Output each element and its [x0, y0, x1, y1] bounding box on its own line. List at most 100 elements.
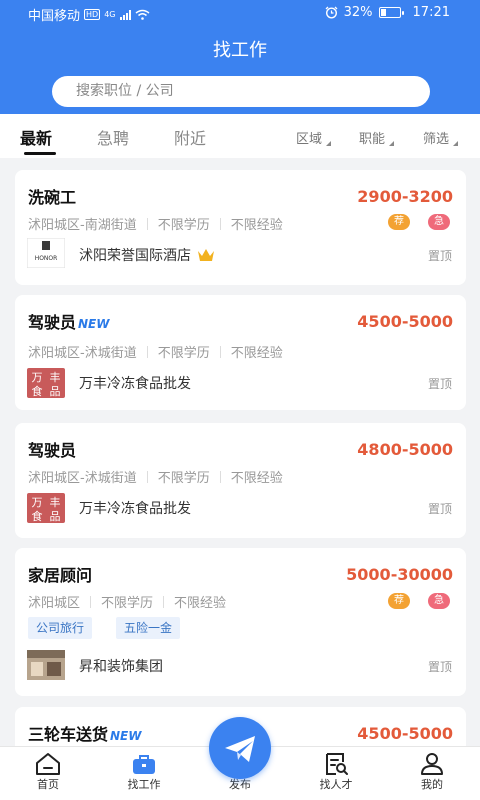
network-type: 4G: [104, 10, 116, 19]
logo-text: HONOR: [35, 255, 58, 262]
job-education: 不限学历: [101, 596, 154, 611]
svg-text:品: 品: [50, 385, 61, 398]
company-logo: HONOR: [26, 237, 66, 269]
job-experience: 不限经验: [174, 596, 227, 611]
job-card[interactable]: 洗碗工 2900-3200 沭阳城区-南湖街道 不限学历 不限经验 荐 急 HO…: [15, 170, 466, 285]
job-title: 洗碗工: [28, 188, 77, 207]
company-name: 万丰冷冻食品批发: [79, 373, 191, 393]
job-requirements: 沭阳城区 不限学历 不限经验: [28, 592, 226, 611]
divider: [146, 345, 148, 358]
caret-icon: [453, 141, 459, 146]
benefit-tag: 五险一金: [116, 617, 181, 639]
job-salary: 4500-5000: [357, 724, 453, 743]
home-icon: [36, 753, 60, 775]
pinned-tag: 置顶: [427, 249, 452, 263]
company-logo: 万丰食品: [27, 368, 65, 398]
job-education: 不限学历: [157, 346, 210, 361]
carrier-name: 中国移动: [28, 9, 81, 24]
alarm-icon: [325, 6, 338, 19]
job-location: 沭阳城区: [28, 596, 81, 611]
clock: 17:21: [412, 5, 450, 20]
nav-find-talent-label: 找人才: [319, 778, 353, 791]
job-salary: 5000-30000: [346, 565, 453, 584]
svg-text:品: 品: [50, 510, 61, 523]
divider: [163, 595, 165, 608]
publish-button[interactable]: [209, 717, 271, 779]
company-name-text: 万丰冷冻食品批发: [79, 501, 191, 517]
talent-search-icon: [326, 753, 348, 775]
company-name: 沭阳荣誉国际酒店: [79, 245, 215, 265]
company-logo: 万丰食品: [27, 493, 65, 523]
divider: [219, 470, 221, 483]
company-name: 昇和装饰集团: [79, 656, 163, 676]
nav-home[interactable]: 首页: [0, 747, 96, 800]
job-title-text: 驾驶员: [28, 313, 77, 332]
divider: [146, 217, 148, 230]
filter-region-label: 区域: [296, 132, 323, 147]
svg-text:丰: 丰: [50, 496, 61, 509]
svg-text:万: 万: [32, 496, 43, 509]
divider: [90, 595, 92, 608]
svg-text:丰: 丰: [50, 371, 61, 384]
svg-text:食: 食: [32, 509, 43, 523]
tab-bar: 最新 急聘 附近 区域 职能 筛选: [0, 114, 480, 158]
nav-home-label: 首页: [37, 778, 59, 791]
recommend-badge: 荐: [388, 214, 410, 230]
tab-urgent[interactable]: 急聘: [97, 125, 129, 149]
status-bar: 中国移动 HD 4G 32% 17:21: [0, 0, 480, 26]
job-experience: 不限经验: [230, 218, 283, 233]
company-name-text: 万丰冷冻食品批发: [79, 376, 191, 392]
nav-profile[interactable]: 我的: [384, 747, 480, 800]
nav-find-talent[interactable]: 找人才: [288, 747, 384, 800]
battery-icon: [378, 7, 404, 18]
page-title: 找工作: [213, 40, 267, 61]
nav-find-job[interactable]: 找工作: [96, 747, 192, 800]
job-requirements: 沭阳城区-沭城街道 不限学历 不限经验: [28, 467, 283, 486]
job-card[interactable]: 驾驶员 NEW 4500-5000 沭阳城区-沭城街道 不限学历 不限经验 万丰食…: [15, 295, 466, 410]
divider: [146, 470, 148, 483]
new-tag: NEW: [110, 729, 142, 743]
job-requirements: 沭阳城区-南湖街道 不限学历 不限经验: [28, 214, 283, 233]
job-experience: 不限经验: [230, 346, 283, 361]
briefcase-icon: [133, 755, 155, 774]
active-tab-indicator: [24, 152, 56, 155]
company-logo: [27, 650, 65, 680]
svg-text:食: 食: [32, 384, 43, 398]
divider: [219, 345, 221, 358]
hd-icon: HD: [84, 9, 101, 20]
new-tag: NEW: [78, 317, 110, 331]
caret-icon: [389, 141, 395, 146]
divider: [219, 217, 221, 230]
job-location: 沭阳城区-沭城街道: [28, 346, 137, 361]
wifi-icon: [135, 9, 149, 20]
job-salary: 4800-5000: [357, 440, 453, 459]
nav-profile-label: 我的: [421, 778, 443, 791]
pinned-tag: 置顶: [427, 660, 452, 674]
job-salary: 2900-3200: [357, 187, 453, 206]
search-placeholder: 搜索职位 / 公司: [76, 83, 174, 99]
company-name-text: 沭阳荣誉国际酒店: [79, 248, 191, 264]
filter-function-label: 职能: [359, 132, 386, 147]
job-card[interactable]: 驾驶员 4800-5000 沭阳城区-沭城街道 不限学历 不限经验 万丰食品 万…: [15, 423, 466, 538]
job-title: 家居顾问: [28, 566, 93, 585]
app-header: 中国移动 HD 4G 32% 17:21 找工作 搜索职位 / 公司: [0, 0, 480, 114]
job-salary: 4500-5000: [357, 312, 453, 331]
job-title: 三轮车送货 NEW: [28, 721, 142, 745]
svg-text:万: 万: [32, 371, 43, 384]
profile-icon: [421, 753, 443, 775]
job-card[interactable]: 家居顾问 5000-30000 沭阳城区 不限学历 不限经验 荐 急 公司旅行 …: [15, 548, 466, 696]
paper-plane-icon: [225, 736, 255, 762]
nav-find-job-label: 找工作: [127, 778, 161, 791]
crown-icon: [198, 249, 214, 261]
job-experience: 不限经验: [230, 471, 283, 486]
filter-function[interactable]: 职能: [359, 128, 395, 147]
job-title: 驾驶员: [28, 441, 77, 460]
battery-percent: 32%: [343, 5, 373, 20]
tab-latest[interactable]: 最新: [20, 125, 52, 149]
filter-region[interactable]: 区域: [296, 128, 332, 147]
urgent-badge: 急: [428, 593, 450, 609]
tab-nearby[interactable]: 附近: [174, 125, 206, 149]
job-requirements: 沭阳城区-沭城街道 不限学历 不限经验: [28, 342, 283, 361]
search-input[interactable]: 搜索职位 / 公司: [52, 76, 430, 107]
filter-more[interactable]: 筛选: [423, 128, 459, 147]
